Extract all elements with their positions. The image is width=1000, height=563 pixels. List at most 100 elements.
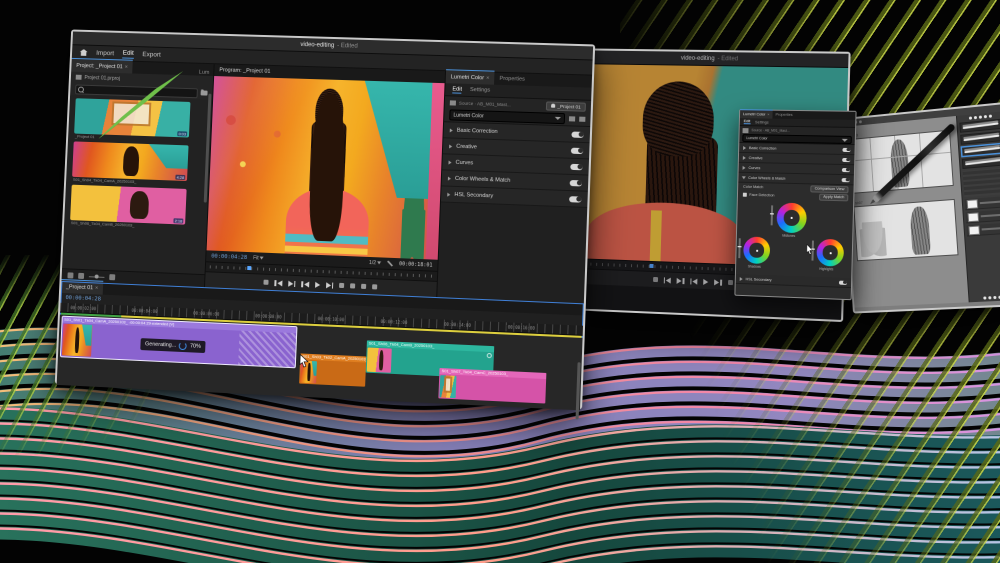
wheel-label: Highlights — [819, 267, 833, 272]
color-match-label: Color Match — [743, 185, 763, 189]
add-marker-icon[interactable] — [263, 280, 268, 285]
section-toggle[interactable] — [842, 147, 850, 151]
settings-wrench-icon[interactable] — [387, 260, 393, 266]
edit-subtab[interactable]: Edit — [452, 86, 462, 93]
add-marker-icon[interactable] — [653, 277, 658, 282]
media-thumbnail[interactable]: 4:28 — [72, 141, 188, 181]
clip-icon — [743, 128, 749, 133]
shadows-wheel[interactable] — [743, 236, 770, 264]
highlights-wheel[interactable] — [816, 239, 844, 267]
menu-edit[interactable]: Edit — [123, 49, 134, 58]
lift-icon[interactable] — [728, 280, 733, 285]
chevron-right-icon — [447, 192, 450, 196]
current-timecode[interactable]: 00:00:04:28 — [211, 253, 247, 260]
playhead-marker[interactable] — [247, 266, 251, 270]
chevron-down-icon — [842, 138, 848, 141]
brush-preset[interactable] — [962, 155, 1000, 169]
tab-lumetri-color[interactable]: Lumetri Color× — [740, 109, 773, 118]
project-file-name: Project 01.prproj — [84, 74, 120, 81]
edit-subtab[interactable]: Edit — [744, 119, 751, 124]
midtones-slider[interactable] — [771, 205, 773, 225]
secondary-edited-label: - Edited — [717, 56, 738, 62]
fit-dropdown[interactable]: Fit — [253, 255, 264, 261]
new-bin-icon[interactable] — [201, 90, 208, 95]
timeline-timecode[interactable]: 00:00:04:28 — [65, 295, 101, 302]
section-toggle[interactable] — [570, 179, 582, 186]
clip-video[interactable]: S01_Sh07_Tk04_CamC_20250103_ — [438, 368, 546, 404]
clip-icon — [450, 100, 456, 105]
face-detection-checkbox[interactable] — [743, 193, 747, 197]
lift-icon[interactable] — [350, 283, 355, 288]
main-edited-label: - Edited — [337, 43, 358, 50]
trim-cursor-icon — [297, 353, 310, 368]
chevron-right-icon — [743, 165, 746, 169]
tab-properties[interactable]: Properties — [772, 111, 795, 119]
program-monitor-panel: Program: _Project 01 00:00:04:28 Fit 1/2 — [205, 64, 446, 297]
chevron-right-icon — [448, 176, 451, 180]
media-thumbnail[interactable]: 0:03 — [74, 98, 190, 137]
play-icon[interactable] — [315, 281, 320, 287]
brush-preset-selected[interactable] — [961, 143, 1000, 157]
new-item-icon[interactable] — [109, 274, 115, 280]
media-thumbnail[interactable]: 2:18 — [70, 185, 187, 225]
auto-icon[interactable] — [569, 116, 575, 121]
menu-import[interactable]: Import — [96, 49, 114, 56]
brush-preset[interactable] — [960, 131, 1000, 145]
section-toggle[interactable] — [571, 147, 583, 153]
layer-row[interactable] — [966, 223, 1000, 237]
chevron-down-icon — [555, 117, 561, 120]
section-toggle[interactable] — [842, 178, 850, 182]
reset-icon[interactable] — [579, 117, 585, 122]
color-wheels-area: Midtones Shadows Highlights — [736, 199, 853, 279]
clip-extended[interactable]: S01_Sh01_Tk04_CamA_20250103_ -00:00:04:2… — [61, 317, 297, 368]
step-forward-icon[interactable] — [326, 282, 334, 288]
settings-subtab[interactable]: Settings — [470, 87, 490, 94]
export-frame-icon[interactable] — [372, 284, 377, 289]
subject-braids — [308, 121, 346, 214]
tab-lumetri-color[interactable]: Lumetri Color × — [446, 69, 495, 85]
in-point-icon[interactable] — [663, 277, 671, 283]
section-toggle[interactable] — [571, 131, 583, 137]
clip-thumbnail — [62, 324, 93, 357]
generative-extend-region — [238, 331, 296, 368]
section-toggle[interactable] — [569, 196, 581, 203]
zoom-slider[interactable] — [89, 276, 105, 278]
loop-icon[interactable] — [339, 283, 344, 288]
resolution-dropdown[interactable]: 1/2 — [369, 260, 381, 267]
section-toggle[interactable] — [842, 167, 850, 171]
project-media-list: 0:03 _Project 01 4:28 S01_Sh04_Tk04_CamA… — [62, 95, 212, 274]
wheel-label: Shadows — [748, 264, 761, 268]
layer-row[interactable] — [965, 196, 1000, 210]
home-icon[interactable] — [80, 49, 88, 56]
source-label: Source · AB_M01_Mast... — [751, 128, 789, 133]
panel-footer-icons[interactable] — [971, 295, 1000, 300]
step-back-icon[interactable] — [690, 278, 698, 284]
layer-row[interactable] — [965, 209, 1000, 223]
tab-properties[interactable]: Properties — [494, 72, 530, 86]
section-toggle[interactable] — [842, 157, 850, 161]
wheel-label: Midtones — [782, 234, 795, 238]
shadows-slider[interactable] — [738, 238, 740, 258]
subject-strap — [650, 210, 662, 261]
comparison-view-button[interactable]: Comparison View — [811, 185, 849, 193]
in-point-icon[interactable] — [274, 280, 282, 286]
out-point-icon[interactable] — [677, 277, 685, 283]
apply-match-button[interactable]: Apply Match — [819, 193, 848, 201]
section-toggle[interactable] — [570, 163, 582, 169]
midtones-wheel[interactable] — [776, 203, 807, 234]
settings-subtab[interactable]: Settings — [755, 120, 769, 124]
play-icon[interactable] — [703, 278, 708, 284]
playhead-marker[interactable] — [649, 264, 653, 268]
grid-view-icon[interactable] — [78, 273, 84, 279]
section-toggle[interactable] — [839, 280, 847, 284]
out-point-icon[interactable] — [288, 280, 296, 286]
list-view-icon[interactable] — [67, 272, 73, 278]
step-back-icon[interactable] — [301, 281, 309, 287]
lumetri-preset-dropdown[interactable]: Lumetri Color — [449, 109, 565, 124]
extract-icon[interactable] — [361, 284, 366, 289]
total-timecode: 00:00:18:01 — [399, 261, 433, 268]
target-clip-button[interactable]: _Project 01 — [546, 101, 586, 111]
storyboard-frame-2[interactable] — [853, 199, 958, 261]
step-forward-icon[interactable] — [714, 279, 722, 285]
menu-export[interactable]: Export — [142, 51, 161, 58]
